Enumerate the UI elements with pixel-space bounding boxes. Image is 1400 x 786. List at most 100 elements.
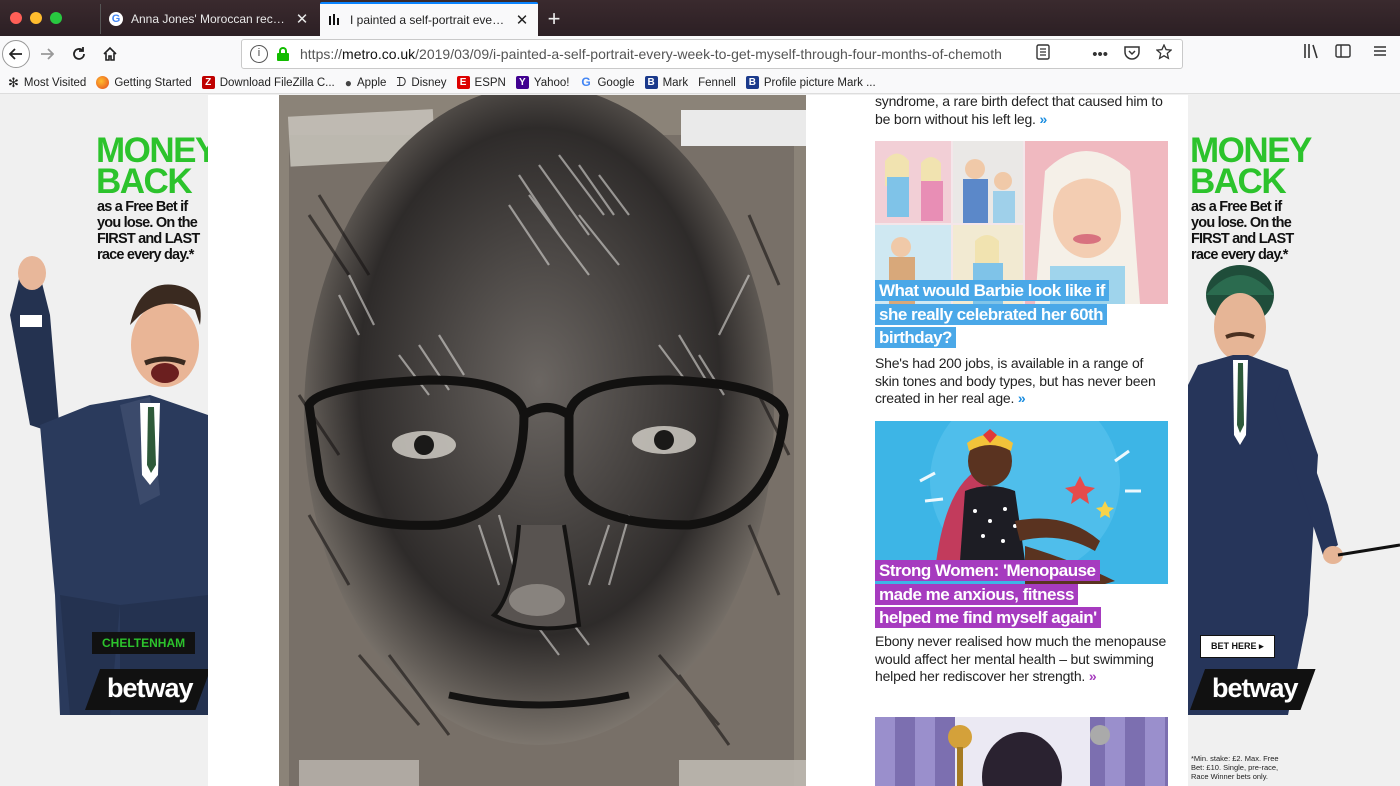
filezilla-icon: Z (201, 76, 215, 89)
bookmark-label: Fennell (698, 76, 736, 89)
tab-title: Anna Jones' Moroccan recipes (131, 12, 286, 26)
library-icon[interactable] (1303, 43, 1321, 64)
url-path: /2019/03/09/i-painted-a-self-portrait-ev… (415, 46, 1002, 62)
bookmark-label: Mark (662, 76, 689, 89)
tab-metro-article[interactable]: I painted a self-portrait every w ✕ (320, 2, 538, 36)
lock-icon[interactable] (276, 47, 290, 61)
story-description[interactable]: Ebony never realised how much the menopa… (875, 633, 1168, 686)
bookmark-espn[interactable]: E ESPN (456, 76, 506, 89)
yahoo-icon: Y (515, 76, 529, 89)
tab-title: I painted a self-portrait every w (350, 13, 506, 27)
bookmark-label: Yahoo! (533, 76, 570, 89)
bookmark-label: ESPN (474, 76, 506, 89)
bookmark-google[interactable]: G Google (579, 76, 634, 89)
bookmark-yahoo[interactable]: Y Yahoo! (515, 76, 570, 89)
story-card-strong-women[interactable]: Strong Women: 'Menopause made me anxious… (875, 421, 1168, 711)
address-bar[interactable]: i https://metro.co.uk/2019/03/09/i-paint… (241, 39, 1183, 69)
self-portrait-drawing-image (279, 95, 806, 786)
story-thumbnail-image[interactable] (875, 717, 1168, 786)
tab-bar: G Anna Jones' Moroccan recipes ✕ I paint… (0, 0, 1400, 36)
bookmark-label: Profile picture Mark ... (763, 76, 876, 89)
google-icon: G (581, 75, 591, 89)
headline-line: Strong Women: 'Menopause (875, 560, 1100, 581)
previous-story-description: syndrome, a rare birth defect that cause… (875, 95, 1163, 127)
close-window-button[interactable] (10, 12, 22, 24)
sidebar-toggle-icon[interactable] (1335, 43, 1351, 64)
story-description-text: Ebony never realised how much the menopa… (875, 633, 1167, 684)
info-icon[interactable]: i (250, 45, 268, 63)
read-more-link[interactable]: » (1039, 111, 1047, 127)
menu-icon[interactable] (1372, 43, 1388, 64)
b-icon: B (644, 76, 658, 89)
url-host: metro.co.uk (342, 46, 416, 62)
story-description[interactable]: She's had 200 jobs, is available in a ra… (875, 355, 1168, 408)
bookmark-label: Google (597, 76, 635, 89)
headline-line: helped me find myself again' (875, 607, 1101, 628)
bookmark-apple[interactable]: ● Apple (345, 76, 387, 90)
headline-line: birthday? (875, 327, 956, 348)
bookmark-profile-picture[interactable]: B Profile picture Mark ... (745, 76, 876, 89)
minimize-window-button[interactable] (30, 12, 42, 24)
bookmark-star-icon[interactable] (1155, 43, 1173, 64)
bookmarks-toolbar: ✻ Most Visited Getting Started Z Downloa… (0, 72, 1400, 94)
bookmark-label: Getting Started (114, 76, 192, 89)
bet-here-button[interactable]: BET HERE ▸ (1200, 635, 1275, 658)
headline-line: What would Barbie look like if (875, 280, 1109, 301)
betway-logo: betway (85, 669, 208, 710)
page-actions-icon[interactable]: ••• (1092, 46, 1108, 63)
bookmark-disney[interactable]: ᗪ Disney (396, 75, 446, 90)
article-content: syndrome, a rare birth defect that cause… (208, 95, 1188, 786)
close-icon[interactable]: ✕ (514, 11, 530, 29)
bookmark-label: Download FileZilla C... (219, 76, 335, 89)
read-more-link[interactable]: » (1089, 668, 1097, 684)
forward-button[interactable] (34, 41, 60, 67)
arrow-left-icon (9, 48, 22, 60)
close-icon[interactable]: ✕ (294, 10, 310, 28)
betway-ad-right[interactable]: MONEY BACK as a Free Bet if you lose. On t… (1188, 95, 1400, 786)
previous-story-text[interactable]: syndrome, a rare birth defect that cause… (875, 95, 1169, 128)
arrow-right-icon (41, 48, 54, 60)
home-icon (103, 46, 117, 61)
maximize-window-button[interactable] (50, 12, 62, 24)
story-description-text: She's had 200 jobs, is available in a ra… (875, 355, 1156, 406)
home-button[interactable] (97, 41, 123, 67)
reader-view-icon[interactable] (1036, 44, 1050, 64)
url-scheme: https:// (300, 46, 343, 62)
story-card-third[interactable] (875, 717, 1168, 786)
nav-bar: i https://metro.co.uk/2019/03/09/i-paint… (0, 36, 1400, 72)
reload-icon (73, 47, 85, 60)
bookmark-filezilla[interactable]: Z Download FileZilla C... (201, 76, 335, 89)
read-more-link[interactable]: » (1018, 390, 1026, 406)
ad-subtext: as a Free Bet if you lose. On the FIRST an… (1191, 199, 1294, 263)
bookmark-label: Disney (411, 76, 447, 89)
bookmark-most-visited[interactable]: ✻ Most Visited (8, 75, 86, 91)
metro-favicon-icon (328, 13, 342, 27)
bookmark-mark[interactable]: B Mark (644, 76, 689, 89)
headline-line: she really celebrated her 60th (875, 303, 1108, 325)
bookmark-fennell[interactable]: Fennell (698, 77, 736, 89)
b-icon: B (745, 76, 759, 89)
reload-button[interactable] (66, 41, 92, 67)
bookmark-getting-started[interactable]: Getting Started (96, 76, 192, 89)
story-headline[interactable]: What would Barbie look like if she reall… (875, 279, 1109, 350)
betway-logo: betway (1190, 669, 1316, 710)
gear-icon: ✻ (8, 74, 19, 90)
back-button[interactable] (2, 40, 30, 68)
headline-line: made me anxious, fitness (875, 583, 1078, 605)
ad-headline: MONEY BACK (1190, 131, 1312, 201)
bookmark-label: Most Visited (23, 76, 87, 89)
ad-terms-text: *Min. stake: £2. Max. Free Bet: £10. Sing… (1191, 754, 1279, 781)
tab-anna-jones[interactable]: G Anna Jones' Moroccan recipes ✕ (100, 4, 318, 34)
url-text[interactable]: https://metro.co.uk/2019/03/09/i-painted… (300, 46, 1036, 62)
new-tab-button[interactable]: + (542, 6, 566, 32)
pocket-icon[interactable] (1124, 45, 1140, 64)
apple-icon: ● (344, 75, 352, 90)
firefox-icon (96, 76, 110, 89)
espn-icon: E (456, 76, 470, 89)
bookmark-label: Apple (357, 76, 387, 89)
story-card-barbie[interactable]: What would Barbie look like if she reall… (875, 141, 1168, 406)
story-headline[interactable]: Strong Women: 'Menopause made me anxious… (875, 559, 1101, 630)
betway-ad-left[interactable]: MONEY BACK as a Free Bet if you lose. On t… (0, 95, 208, 786)
page-viewport: MONEY BACK as a Free Bet if you lose. On t… (0, 95, 1400, 786)
disney-icon: ᗪ (396, 75, 407, 89)
